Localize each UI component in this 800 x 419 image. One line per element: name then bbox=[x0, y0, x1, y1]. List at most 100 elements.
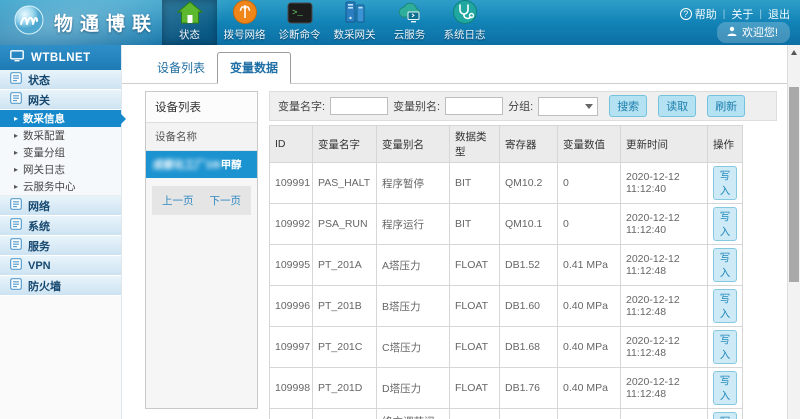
sidebar-item[interactable]: 状态 bbox=[0, 70, 121, 90]
sidebar-item[interactable]: 系统 bbox=[0, 216, 121, 236]
write-button[interactable]: 写入 bbox=[713, 289, 737, 323]
nav-item-dial-network[interactable]: 拨号网络 bbox=[217, 0, 272, 45]
nav-item-terminal[interactable]: >_诊断命令 bbox=[272, 0, 327, 45]
cell-action: 写入 bbox=[708, 368, 743, 409]
list-icon bbox=[10, 72, 22, 87]
top-nav: 状态拨号网络>_诊断命令数采网关云服务系统日志 bbox=[162, 0, 492, 45]
nav-item-home[interactable]: 状态 bbox=[162, 0, 217, 45]
link-divider: | bbox=[759, 9, 762, 20]
cell-id: 109992 bbox=[270, 204, 313, 245]
tab-variable-data[interactable]: 变量数据 bbox=[217, 52, 291, 84]
sidebar-subitem[interactable]: ▸变量分组 bbox=[0, 144, 121, 161]
cell-id: 109998 bbox=[270, 368, 313, 409]
column-header: 数据类型 bbox=[450, 126, 500, 163]
dial-network-icon bbox=[232, 0, 258, 25]
var-alias-label: 变量别名: bbox=[393, 98, 440, 114]
read-button[interactable]: 读取 bbox=[658, 95, 696, 117]
column-header: 变量名字 bbox=[313, 126, 377, 163]
sidebar-subitem[interactable]: ▸数采信息 bbox=[0, 110, 121, 127]
sidebar-item[interactable]: VPN bbox=[0, 256, 121, 276]
table-row: 109992PSA_RUN程序运行BITQM10.102020-12-12 11… bbox=[270, 204, 743, 245]
tab-device-list[interactable]: 设备列表 bbox=[145, 53, 217, 83]
cell-register: DB1.76 bbox=[500, 368, 558, 409]
welcome-text: 欢迎您! bbox=[742, 24, 778, 40]
sidebar-subitem[interactable]: ▸ 网关日志 bbox=[0, 161, 121, 178]
sidebar-subitem-label: 网关日志 bbox=[23, 162, 65, 177]
device-prev-page-button[interactable]: 上一页 bbox=[162, 193, 194, 208]
app-logo: 物通博联 bbox=[0, 0, 162, 45]
cell-value: 0.40 MPa bbox=[558, 286, 621, 327]
vertical-scrollbar[interactable] bbox=[787, 45, 800, 419]
device-name-suffix: 甲醇 bbox=[221, 159, 242, 171]
cell-type: FLOAT bbox=[450, 409, 500, 419]
gateway-icon bbox=[342, 0, 368, 25]
cell-id: 109997 bbox=[270, 327, 313, 368]
about-link[interactable]: 关于 bbox=[731, 6, 753, 22]
cell-id: 109996 bbox=[270, 286, 313, 327]
sidebar-item[interactable]: 网关 bbox=[0, 90, 121, 110]
cell-register: DB1.52 bbox=[500, 245, 558, 286]
triangle-bullet-icon: ▸ bbox=[14, 165, 18, 174]
device-list-item[interactable]: 成都化工厂10t甲醇 bbox=[146, 151, 257, 178]
cell-type: BIT bbox=[450, 204, 500, 245]
cell-alias: B塔压力 bbox=[377, 286, 450, 327]
column-header: 变量别名 bbox=[377, 126, 450, 163]
sidebar-item-label: 网络 bbox=[28, 198, 50, 214]
help-link[interactable]: ? 帮助 bbox=[680, 6, 717, 22]
nav-item-gateway[interactable]: 数采网关 bbox=[327, 0, 382, 45]
write-button[interactable]: 写入 bbox=[713, 248, 737, 282]
table-row: 109991PAS_HALT程序暂停BITQM10.202020-12-12 1… bbox=[270, 163, 743, 204]
write-button[interactable]: 写入 bbox=[713, 371, 737, 405]
column-header: 更新时间 bbox=[621, 126, 708, 163]
logo-text: 物通博联 bbox=[54, 9, 158, 36]
cell-alias: 程序暂停 bbox=[377, 163, 450, 204]
column-header: 寄存器 bbox=[500, 126, 558, 163]
sidebar-subitem[interactable]: ▸云服务中心 bbox=[0, 178, 121, 195]
cell-type: BIT bbox=[450, 163, 500, 204]
scrollbar-thumb[interactable] bbox=[789, 87, 799, 282]
cell-register: DB1.264 bbox=[500, 409, 558, 419]
cell-name: PT_201A bbox=[313, 245, 377, 286]
cloud-service-icon bbox=[396, 0, 424, 25]
refresh-button[interactable]: 刷新 bbox=[707, 95, 745, 117]
scroll-up-button[interactable] bbox=[788, 45, 800, 59]
table-row: 109995PT_201AA塔压力FLOATDB1.520.41 MPa2020… bbox=[270, 245, 743, 286]
cell-register: DB1.68 bbox=[500, 327, 558, 368]
nav-item-cloud-service[interactable]: 云服务 bbox=[382, 0, 437, 45]
top-header: 物通博联 状态拨号网络>_诊断命令数采网关云服务系统日志 ? 帮助 | 关于 |… bbox=[0, 0, 800, 45]
nav-item-system-log[interactable]: 系统日志 bbox=[437, 0, 492, 45]
sidebar-item-label: 防火墙 bbox=[28, 278, 61, 294]
sidebar-subitem-label: 云服务中心 bbox=[23, 179, 76, 194]
triangle-bullet-icon: ▸ bbox=[14, 114, 18, 123]
var-name-input[interactable] bbox=[330, 97, 388, 115]
sidebar-subitem[interactable]: ▸数采配置 bbox=[0, 127, 121, 144]
cell-action: 写入 bbox=[708, 163, 743, 204]
cell-value: 0 bbox=[558, 163, 621, 204]
group-select[interactable] bbox=[538, 97, 598, 116]
welcome-badge[interactable]: 欢迎您! bbox=[717, 22, 790, 43]
svg-text:>_: >_ bbox=[292, 8, 303, 18]
cell-time: 2020-12-12 11:12:40 bbox=[621, 204, 708, 245]
cell-name: PAS_HALT bbox=[313, 163, 377, 204]
cell-alias: 程序运行 bbox=[377, 204, 450, 245]
cell-time: 2020-12-12 11:12:48 bbox=[621, 245, 708, 286]
nav-item-label: 云服务 bbox=[394, 27, 426, 42]
sidebar-item[interactable]: 服务 bbox=[0, 236, 121, 256]
sidebar-item[interactable]: 防火墙 bbox=[0, 276, 121, 296]
sidebar-item[interactable]: 网络 bbox=[0, 196, 121, 216]
sidebar-subitem-label: 数采配置 bbox=[23, 128, 65, 143]
search-button[interactable]: 搜索 bbox=[609, 95, 647, 117]
sidebar-submenu: ▸数采信息▸数采配置▸变量分组▸网关日志▸云服务中心 bbox=[0, 110, 121, 196]
var-alias-input[interactable] bbox=[445, 97, 503, 115]
logout-link[interactable]: 退出 bbox=[768, 6, 790, 22]
cell-type: FLOAT bbox=[450, 368, 500, 409]
column-header: 变量数值 bbox=[558, 126, 621, 163]
write-button[interactable]: 写入 bbox=[713, 166, 737, 200]
link-divider: | bbox=[723, 9, 726, 20]
device-next-page-button[interactable]: 下一页 bbox=[210, 193, 242, 208]
sidebar-item-label: 状态 bbox=[28, 72, 50, 88]
cell-time: 2020-12-12 11:12:48 bbox=[621, 368, 708, 409]
write-button[interactable]: 写入 bbox=[713, 207, 737, 241]
write-button[interactable]: 写入 bbox=[713, 330, 737, 364]
write-button[interactable]: 写入 bbox=[713, 412, 737, 419]
